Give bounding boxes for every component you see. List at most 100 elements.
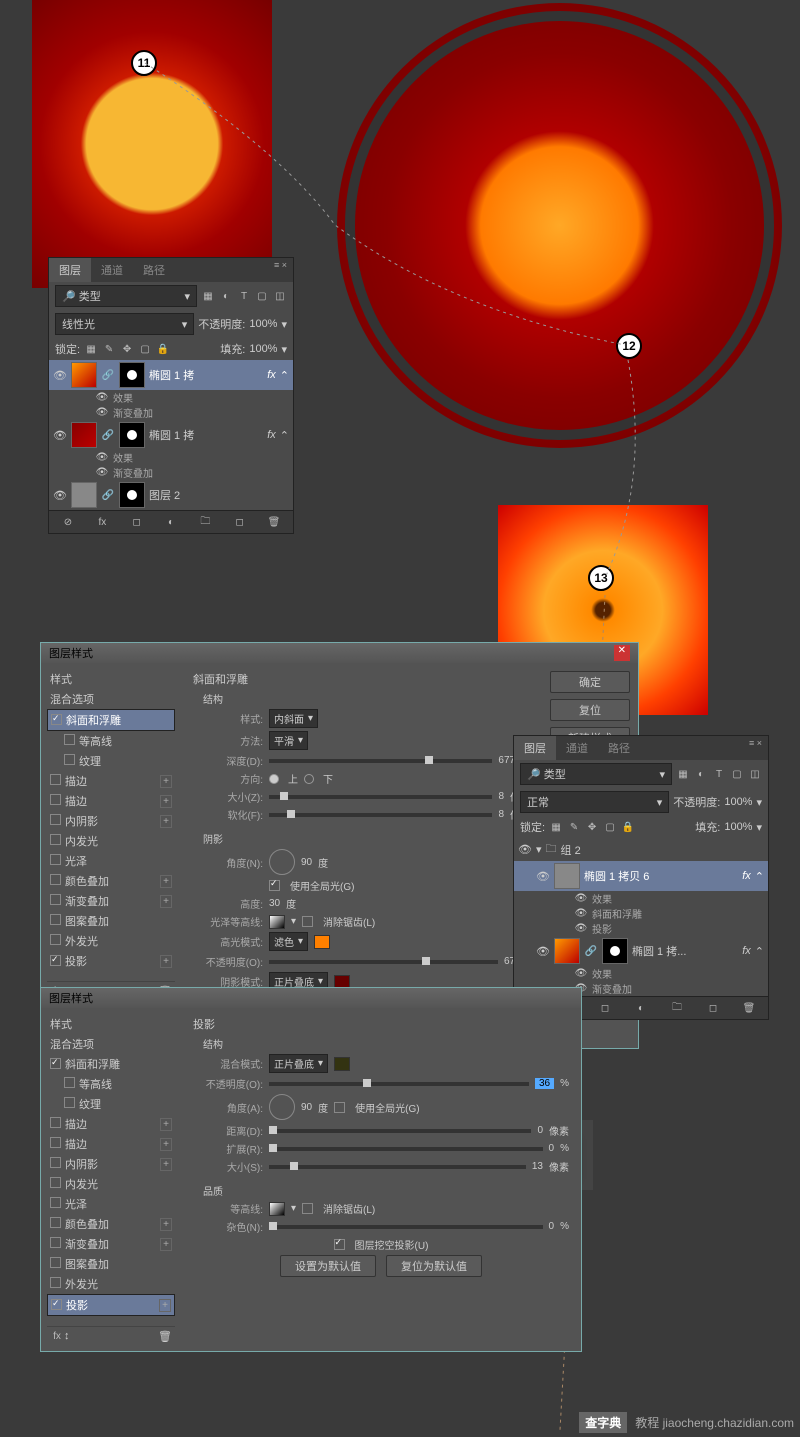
anti-alias-cb[interactable] bbox=[302, 1203, 313, 1214]
style-pattern-overlay[interactable]: 图案叠加 bbox=[47, 911, 175, 931]
trash-icon[interactable]: 🗑 bbox=[267, 515, 281, 529]
layer-row-2[interactable]: 👁 🔗 椭圆 1 拷 fx ⌃ bbox=[49, 420, 293, 450]
styles-header[interactable]: 样式 bbox=[47, 1014, 175, 1034]
style-gradient-overlay[interactable]: 渐变叠加+ bbox=[47, 891, 175, 911]
lock-brush-icon[interactable]: ✎ bbox=[567, 820, 581, 834]
style-inner-shadow[interactable]: 内阴影+ bbox=[47, 1154, 175, 1174]
eye-icon[interactable]: 👁 bbox=[53, 429, 67, 442]
contour-picker[interactable] bbox=[269, 1202, 285, 1216]
hilite-mode-select[interactable]: 滤色 ▾ bbox=[269, 932, 308, 951]
fx-bevel[interactable]: 👁斜面和浮雕 bbox=[514, 906, 768, 921]
group-icon[interactable]: 🗀 bbox=[670, 1001, 684, 1015]
layer-row-2[interactable]: 👁 🔗 椭圆 1 拷... fx ⌃ bbox=[514, 936, 768, 966]
image-icon[interactable]: ▦ bbox=[201, 289, 215, 303]
group-icon[interactable]: 🗀 bbox=[198, 515, 212, 529]
adjust-layer-icon[interactable]: ◐ bbox=[164, 515, 178, 529]
smart-icon[interactable]: ◫ bbox=[273, 289, 287, 303]
style-texture[interactable]: 纹理 bbox=[47, 1094, 175, 1114]
style-outer-glow[interactable]: 外发光 bbox=[47, 931, 175, 951]
style-bevel[interactable]: 斜面和浮雕 bbox=[47, 709, 175, 731]
layer-row-1[interactable]: 👁 椭圆 1 拷贝 6 fx ⌃ bbox=[514, 861, 768, 891]
lock-move-icon[interactable]: ✥ bbox=[585, 820, 599, 834]
set-default-button[interactable]: 设置为默认值 bbox=[280, 1255, 376, 1277]
anti-alias-cb[interactable] bbox=[302, 916, 313, 927]
style-satin[interactable]: 光泽 bbox=[47, 1194, 175, 1214]
lock-artboard-icon[interactable]: ▢ bbox=[138, 342, 152, 356]
group-row[interactable]: 👁 ▾ 🗀 组 2 bbox=[514, 838, 768, 861]
fill-value[interactable]: 100% bbox=[249, 343, 277, 355]
chevron-down-icon[interactable]: ▾ bbox=[536, 843, 542, 856]
fill-value[interactable]: 100% bbox=[724, 821, 752, 833]
adjust-layer-icon[interactable]: ◐ bbox=[634, 1001, 648, 1015]
fx-effect[interactable]: 👁效果 bbox=[514, 891, 768, 906]
noise-slider[interactable] bbox=[269, 1225, 543, 1229]
fx-badge[interactable]: fx bbox=[267, 369, 276, 381]
adjust-icon[interactable]: ◐ bbox=[694, 767, 708, 781]
shadow-color[interactable] bbox=[334, 1057, 350, 1071]
tab-channels[interactable]: 通道 bbox=[91, 258, 133, 282]
eye-icon[interactable]: 👁 bbox=[53, 369, 67, 382]
style-color-overlay[interactable]: 颜色叠加+ bbox=[47, 1214, 175, 1234]
ok-button[interactable]: 确定 bbox=[550, 671, 630, 693]
new-layer-icon[interactable]: ◻ bbox=[706, 1001, 720, 1015]
link-icon[interactable]: 🔗 bbox=[101, 368, 115, 382]
fx-gradient-overlay[interactable]: 👁渐变叠加 bbox=[49, 465, 293, 480]
blend-mode-select[interactable]: 线性光▾ bbox=[55, 313, 194, 335]
tab-channels[interactable]: 通道 bbox=[556, 736, 598, 760]
shape-icon[interactable]: ▢ bbox=[730, 767, 744, 781]
image-icon[interactable]: ▦ bbox=[676, 767, 690, 781]
new-layer-icon[interactable]: ◻ bbox=[233, 515, 247, 529]
link-icon[interactable]: 🔗 bbox=[101, 488, 115, 502]
opacity-slider[interactable] bbox=[269, 1082, 529, 1086]
panel-menu-icon[interactable]: ≡ × bbox=[743, 736, 768, 760]
style-stroke2[interactable]: 描边+ bbox=[47, 1134, 175, 1154]
dir-down-radio[interactable] bbox=[304, 774, 314, 784]
filter-type-select[interactable]: 🔎 类型▾ bbox=[520, 763, 672, 785]
shape-icon[interactable]: ▢ bbox=[255, 289, 269, 303]
tab-paths[interactable]: 路径 bbox=[133, 258, 175, 282]
method-select[interactable]: 平滑 ▾ bbox=[269, 731, 308, 750]
trash-icon[interactable]: 🗑 bbox=[742, 1001, 756, 1015]
style-stroke[interactable]: 描边+ bbox=[47, 1114, 175, 1134]
link-icon[interactable]: 🔗 bbox=[584, 944, 598, 958]
style-stroke[interactable]: 描边+ bbox=[47, 771, 175, 791]
styles-header[interactable]: 样式 bbox=[47, 669, 175, 689]
style-contour[interactable]: 等高线 bbox=[47, 1074, 175, 1094]
tab-layers[interactable]: 图层 bbox=[514, 736, 556, 760]
fx-chevron-icon[interactable]: ⌃ bbox=[755, 870, 764, 883]
fx-gradient-overlay[interactable]: 👁渐变叠加 bbox=[49, 405, 293, 420]
distance-slider[interactable] bbox=[269, 1129, 531, 1133]
depth-slider[interactable] bbox=[269, 759, 492, 763]
angle-control[interactable] bbox=[269, 1094, 295, 1120]
fx-icon[interactable]: fx bbox=[95, 515, 109, 529]
panel-menu-icon[interactable]: ≡ × bbox=[268, 258, 293, 282]
style-bevel[interactable]: 斜面和浮雕 bbox=[47, 1054, 175, 1074]
fx-chevron-icon[interactable]: ⌃ bbox=[280, 429, 289, 442]
style-select[interactable]: 内斜面 ▾ bbox=[269, 709, 318, 728]
fx-badge[interactable]: fx bbox=[742, 870, 751, 882]
hilite-color[interactable] bbox=[314, 935, 330, 949]
fx-icon[interactable]: fx bbox=[50, 1329, 64, 1343]
size-slider[interactable] bbox=[269, 795, 492, 799]
opacity-value[interactable]: 100% bbox=[249, 318, 277, 330]
style-inner-glow[interactable]: 内发光 bbox=[47, 831, 175, 851]
eye-icon[interactable]: 👁 bbox=[518, 843, 532, 856]
blend-mode-select[interactable]: 正常▾ bbox=[520, 791, 669, 813]
fx-effect[interactable]: 👁效果 bbox=[49, 390, 293, 405]
adjust-icon[interactable]: ◐ bbox=[219, 289, 233, 303]
blending-options[interactable]: 混合选项 bbox=[47, 689, 175, 709]
eye-icon[interactable]: 👁 bbox=[536, 945, 550, 958]
style-color-overlay[interactable]: 颜色叠加+ bbox=[47, 871, 175, 891]
eye-icon[interactable]: 👁 bbox=[536, 870, 550, 883]
fx-effect[interactable]: 👁效果 bbox=[514, 966, 768, 981]
knockout-cb[interactable] bbox=[334, 1239, 345, 1250]
style-outer-glow[interactable]: 外发光 bbox=[47, 1274, 175, 1294]
global-light-cb[interactable] bbox=[334, 1102, 345, 1113]
filter-type-select[interactable]: 🔎 类型▾ bbox=[55, 285, 197, 307]
tab-paths[interactable]: 路径 bbox=[598, 736, 640, 760]
hilite-opacity-slider[interactable] bbox=[269, 960, 498, 964]
size-slider[interactable] bbox=[269, 1165, 526, 1169]
fx-drop-shadow[interactable]: 👁投影 bbox=[514, 921, 768, 936]
blending-options[interactable]: 混合选项 bbox=[47, 1034, 175, 1054]
lock-trans-icon[interactable]: ▦ bbox=[549, 820, 563, 834]
